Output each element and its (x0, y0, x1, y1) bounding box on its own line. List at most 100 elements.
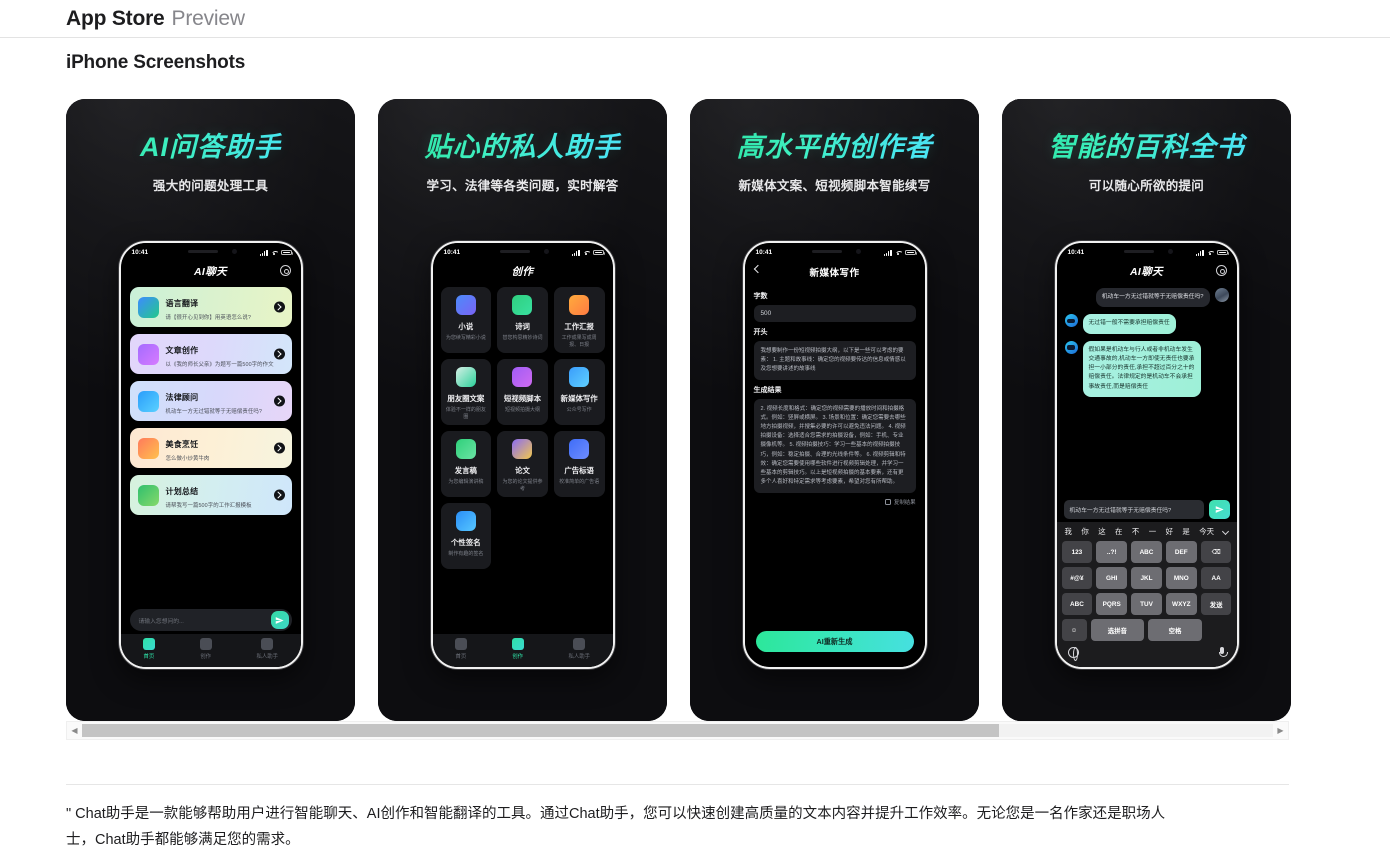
chevron-right-icon[interactable] (273, 395, 285, 407)
grid-item[interactable]: 论文 为您的论文提供参考 (497, 431, 548, 497)
chat-input-row[interactable]: 机动车一方无过错就等于无赔偿责任吗? (1063, 500, 1230, 519)
chevron-right-icon[interactable] (273, 348, 285, 360)
shot-2-header: 贴心的私人助手 学习、法律等各类问题，实时解答 (378, 99, 667, 194)
key-row-3: ABC PQRS TUV WXYZ 发送 (1060, 593, 1234, 615)
key-123[interactable]: 123 (1061, 541, 1093, 563)
chevron-left-icon[interactable] (753, 264, 762, 274)
grid-item[interactable]: 朋友圈文案 体验不一样的朋友圈 (440, 359, 492, 425)
chevron-right-icon[interactable]: ▶ (1273, 722, 1288, 739)
regenerate-button[interactable]: AI重新生成 (755, 631, 914, 652)
suggestion[interactable]: 不 (1132, 526, 1139, 537)
screenshot-2[interactable]: 贴心的私人助手 学习、法律等各类问题，实时解答 10:41 创作 小说 为您续写… (378, 99, 667, 721)
key-symbols[interactable]: #@¥ (1061, 567, 1093, 589)
grid-item[interactable]: 短视频脚本 短视频拍摄大纲 (497, 359, 548, 425)
key-wxyz[interactable]: WXYZ (1165, 593, 1197, 615)
chevron-down-icon[interactable] (1222, 527, 1230, 536)
suggestion[interactable]: 一 (1149, 526, 1156, 537)
tab-bar-2[interactable]: 首页 创作 私人助手 (432, 634, 613, 667)
key-abc[interactable]: ABC (1131, 541, 1162, 563)
moments-icon (455, 367, 476, 387)
chevron-left-icon[interactable]: ◀ (67, 722, 82, 739)
suggestion[interactable]: 这 (1098, 526, 1105, 537)
key-pinyin[interactable]: 选拼音 (1090, 619, 1144, 641)
gallery-scrollbar[interactable]: ◀ ▶ (66, 721, 1289, 740)
screenshot-1[interactable]: AI问答助手 强大的问题处理工具 10:41 AI聊天 语言翻译 请【很开心见到… (66, 99, 355, 721)
bot-avatar-icon (1064, 314, 1078, 328)
grid-desc: 制作有趣的签名 (448, 551, 484, 557)
suggestion[interactable]: 是 (1182, 526, 1189, 537)
key-tuv[interactable]: TUV (1131, 593, 1162, 615)
grid-item[interactable]: 工作汇报 工作成果写成周报、日报 (553, 287, 605, 353)
list-item[interactable]: 计划总结 请帮我写一篇500字的工作汇报模板 (129, 475, 292, 515)
tab-home[interactable]: 首页 (454, 637, 467, 660)
grid-item[interactable]: 个性签名 制作有趣的签名 (440, 503, 492, 569)
tab-assistant[interactable]: 私人助手 (568, 637, 590, 660)
grid-title: 短视频脚本 (504, 394, 541, 403)
opening-text[interactable]: 我想要制作一份短视频拍摄大纲，以下是一些可以考虑的要素： 1. 主题和故事线：确… (753, 341, 916, 381)
gear-icon[interactable] (1215, 265, 1227, 276)
emoji-icon[interactable]: ☺ (1061, 619, 1087, 641)
key-space[interactable]: 空格 (1147, 619, 1203, 641)
key-shift-aa[interactable]: AA (1200, 567, 1232, 589)
key-mno[interactable]: MNO (1165, 567, 1197, 589)
grid-item[interactable]: 小说 为您续写精彩小说 (440, 287, 492, 353)
key-def[interactable]: DEF (1165, 541, 1197, 563)
phone-mockup-3: 10:41 新媒体写作 字数 500 开头 我想要制作一份短视频拍摄大纲，以下是… (742, 241, 927, 669)
chat-input[interactable]: 机动车一方无过错就等于无赔偿责任吗? (1063, 500, 1204, 519)
suggestion[interactable]: 你 (1081, 526, 1088, 537)
list-item[interactable]: 法律顾问 机动车一方无过错就等于无赔偿责任吗? (129, 381, 292, 421)
tab-assistant[interactable]: 私人助手 (256, 637, 279, 660)
chevron-right-icon[interactable] (273, 442, 285, 454)
mic-icon[interactable] (1218, 647, 1228, 658)
grid-item[interactable]: 广告标语 校准简单的广告语 (553, 431, 605, 497)
shot-1-title: AI问答助手 (66, 125, 355, 164)
screenshot-3[interactable]: 高水平的创作者 新媒体文案、短视频脚本智能续写 10:41 新媒体写作 字数 5… (690, 99, 979, 721)
screenshot-gallery[interactable]: AI问答助手 强大的问题处理工具 10:41 AI聊天 语言翻译 请【很开心见到… (66, 99, 1291, 721)
scrollbar-thumb[interactable] (82, 724, 1000, 737)
keyboard[interactable]: 我 你 这 在 不 一 好 是 今天 123 ..?! ABC DEF ⌫ #@… (1056, 522, 1237, 667)
tab-create[interactable]: 创作 (199, 637, 212, 660)
suggestion[interactable]: 今天 (1199, 526, 1214, 537)
send-icon[interactable] (270, 611, 289, 629)
copy-result-button[interactable]: 复制结果 (754, 498, 916, 506)
tab-create[interactable]: 创作 (511, 637, 524, 660)
user-message: 机动车一方无过错就等于无赔偿责任吗? (1095, 288, 1210, 308)
status-time: 10:41 (755, 249, 773, 256)
key-abc-mode[interactable]: ABC (1061, 593, 1093, 615)
key-pqrs[interactable]: PQRS (1096, 593, 1128, 615)
grid-item[interactable]: 诗词 替您构思精妙诗词 (497, 287, 548, 353)
suggestion[interactable]: 好 (1166, 526, 1173, 537)
grid-item[interactable]: 新媒体写作 公众号写作 (553, 359, 605, 425)
suggestion[interactable]: 我 (1065, 526, 1072, 537)
send-icon[interactable] (1208, 500, 1230, 519)
tab-label: 私人助手 (256, 653, 279, 660)
shot-1-header: AI问答助手 强大的问题处理工具 (66, 99, 355, 194)
chevron-right-icon[interactable] (273, 301, 285, 313)
grid-item[interactable]: 发言稿 为您编辑演讲稿 (440, 431, 492, 497)
top-bar: App Store Preview (0, 0, 1390, 38)
app-title: AI聊天 (1129, 266, 1164, 278)
battery-icon (904, 249, 917, 256)
suggestion[interactable]: 在 (1115, 526, 1122, 537)
app-title: 创作 (511, 266, 534, 278)
tab-bar-1[interactable]: 首页 创作 私人助手 (120, 634, 301, 667)
tab-home[interactable]: 首页 (142, 637, 155, 660)
list-item[interactable]: 文章创作 以《我的师长父亲》为题写一篇500字的作文 (129, 334, 292, 374)
screenshot-4[interactable]: 智能的百科全书 可以随心所欲的提问 10:41 AI聊天 机动车一方无过错就等于… (1002, 99, 1291, 721)
chevron-right-icon[interactable] (273, 489, 285, 501)
key-send[interactable]: 发送 (1200, 593, 1232, 615)
key-ghi[interactable]: GHI (1096, 567, 1128, 589)
backspace-icon[interactable]: ⌫ (1200, 541, 1232, 563)
pencil-note-icon (137, 343, 159, 365)
globe-icon[interactable] (1067, 647, 1079, 661)
list-item[interactable]: 美食烹饪 怎么做小炒黄牛肉 (129, 428, 292, 468)
gear-icon[interactable] (279, 265, 291, 276)
list-item[interactable]: 语言翻译 请【很开心见到你】用英语怎么说? (129, 287, 292, 327)
scrollbar-track[interactable] (82, 724, 1273, 737)
key-punct[interactable]: ..?! (1096, 541, 1128, 563)
word-count-field[interactable]: 500 (753, 305, 916, 322)
suggestion-row[interactable]: 我 你 这 在 不 一 好 是 今天 (1060, 522, 1234, 541)
key-jkl[interactable]: JKL (1131, 567, 1162, 589)
app-store-brand[interactable]: App Store (66, 7, 165, 31)
chat-input-bar[interactable]: 请输入您想问的... (129, 609, 292, 631)
